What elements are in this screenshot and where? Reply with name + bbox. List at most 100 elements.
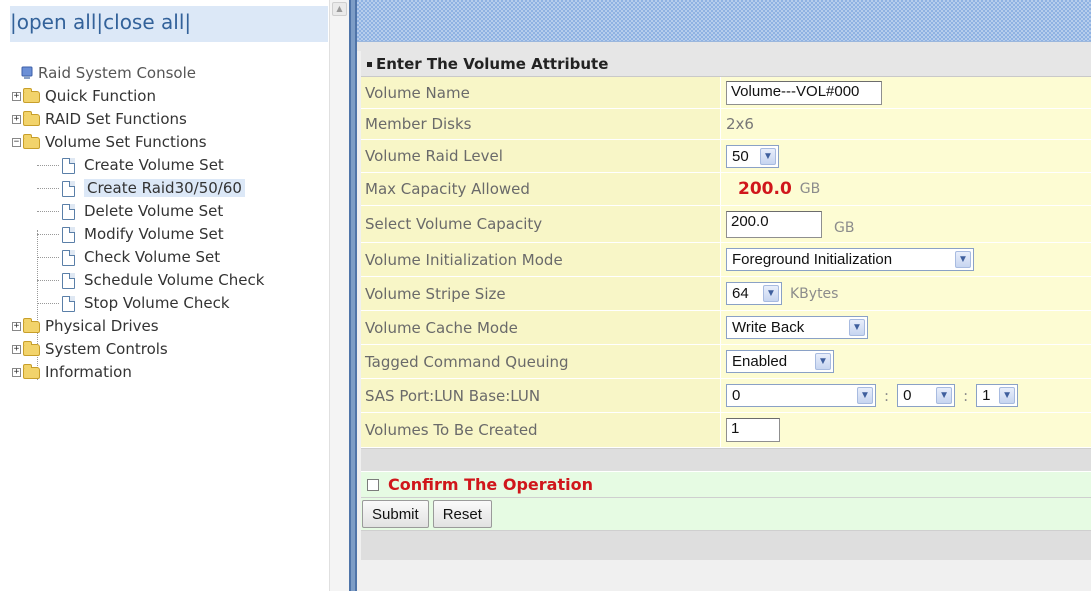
tree-item-system-controls[interactable]: + System Controls — [12, 338, 264, 361]
tree-item-physical-drives[interactable]: + Physical Drives — [12, 315, 264, 338]
unit-label: GB — [799, 181, 821, 197]
page-icon — [62, 157, 75, 174]
tree-item-check-volume-set[interactable]: Check Volume Set — [12, 246, 264, 269]
top-banner — [357, 0, 1091, 42]
submit-button[interactable]: Submit — [362, 500, 429, 528]
init-mode-select[interactable]: Foreground Initialization ▼ — [726, 248, 974, 271]
field-label: Member Disks — [361, 109, 721, 139]
tree-root[interactable]: Raid System Console — [12, 62, 264, 85]
tree-branch — [37, 280, 59, 281]
page-icon — [62, 203, 75, 220]
collapse-icon[interactable]: − — [12, 138, 21, 147]
select-value: Enabled — [732, 353, 788, 370]
volumes-count-input[interactable]: 1 — [726, 418, 780, 442]
unit-label: GB — [834, 220, 855, 236]
capacity-input[interactable]: 200.0 — [726, 210, 822, 238]
tree-item-stop-volume-check[interactable]: Stop Volume Check — [12, 292, 264, 315]
button-row: Submit Reset — [361, 498, 1091, 530]
row-select-capacity: Select Volume Capacity 200.0 GB — [361, 206, 1091, 243]
raid-level-select[interactable]: 50 ▼ — [726, 144, 779, 168]
confirm-checkbox[interactable] — [367, 478, 379, 491]
nav-scrollbar[interactable]: ▲ — [329, 0, 349, 591]
field-value-cell: 1 — [721, 413, 1091, 447]
stripe-size-select[interactable]: 64 ▼ — [726, 282, 782, 305]
folder-icon — [23, 317, 40, 333]
select-value: 50 — [732, 147, 749, 165]
tree-branch — [37, 257, 59, 258]
tree-item-raid-set-functions[interactable]: + RAID Set Functions — [12, 108, 264, 131]
volume-attribute-form: Enter The Volume Attribute Volume Name V… — [361, 51, 1091, 560]
row-tagged-command-queuing: Tagged Command Queuing Enabled ▼ — [361, 345, 1091, 379]
tree-branch — [37, 211, 59, 212]
cache-mode-select[interactable]: Write Back ▼ — [726, 316, 868, 339]
row-raid-level: Volume Raid Level 50 ▼ — [361, 140, 1091, 173]
field-value-cell: 200.0 GB — [721, 173, 1091, 205]
row-stripe-size: Volume Stripe Size 64 ▼ KBytes — [361, 277, 1091, 311]
tree-branch — [37, 234, 59, 235]
expand-icon[interactable]: + — [12, 115, 21, 124]
tree-item-label-selected: Create Raid30/50/60 — [84, 179, 245, 197]
console-icon — [21, 66, 33, 79]
tree-item-label: Physical Drives — [45, 317, 159, 335]
expand-icon[interactable]: + — [12, 92, 21, 101]
lun-select[interactable]: 1 ▼ — [976, 384, 1019, 407]
tree-item-modify-volume-set[interactable]: Modify Volume Set — [12, 223, 264, 246]
field-label: Volume Cache Mode — [361, 311, 721, 344]
tree-item-label: Delete Volume Set — [84, 202, 224, 220]
page-icon — [62, 295, 75, 312]
reset-button[interactable]: Reset — [432, 500, 492, 528]
tree-item-create-raid30-50-60[interactable]: Create Raid30/50/60 — [12, 177, 264, 200]
chevron-down-icon[interactable]: ▼ — [849, 319, 865, 336]
max-capacity-value: 200.0 — [738, 179, 792, 199]
chevron-down-icon[interactable]: ▼ — [857, 387, 873, 404]
folder-icon — [23, 340, 40, 356]
tree-item-label: Check Volume Set — [84, 248, 221, 266]
expand-icon[interactable]: + — [12, 345, 21, 354]
field-label: Volume Initialization Mode — [361, 243, 721, 276]
spacer-band — [361, 448, 1091, 472]
chevron-down-icon[interactable]: ▼ — [955, 251, 971, 268]
tcq-select[interactable]: Enabled ▼ — [726, 350, 834, 373]
chevron-down-icon[interactable]: ▼ — [763, 285, 779, 302]
expand-icon[interactable]: + — [12, 322, 21, 331]
tree-item-label: Create Volume Set — [84, 156, 224, 174]
chevron-down-icon[interactable]: ▼ — [760, 147, 776, 165]
close-all-link[interactable]: close all — [103, 10, 184, 34]
separator-right: | — [184, 10, 192, 34]
scroll-up-icon[interactable]: ▲ — [332, 2, 347, 16]
confirm-row: Confirm The Operation — [361, 472, 1091, 498]
field-label: Volume Raid Level — [361, 140, 721, 172]
confirm-label[interactable]: Confirm The Operation — [388, 475, 593, 494]
field-label: Volume Stripe Size — [361, 277, 721, 310]
select-value: Write Back — [732, 319, 805, 336]
unit-label: KBytes — [790, 285, 839, 302]
select-value: 64 — [732, 285, 749, 302]
tree-item-label: Quick Function — [45, 87, 156, 105]
separator-left: | — [10, 10, 17, 34]
chevron-down-icon[interactable]: ▼ — [815, 353, 831, 370]
tree-item-delete-volume-set[interactable]: Delete Volume Set — [12, 200, 264, 223]
field-value-cell: Enabled ▼ — [721, 345, 1091, 378]
chevron-down-icon[interactable]: ▼ — [936, 387, 953, 404]
tree-item-quick-function[interactable]: + Quick Function — [12, 85, 264, 108]
open-close-bar: |open all|close all| — [10, 6, 328, 42]
tree-item-label: Information — [45, 363, 132, 381]
field-value-cell: Write Back ▼ — [721, 311, 1091, 344]
tree-item-schedule-volume-check[interactable]: Schedule Volume Check — [12, 269, 264, 292]
select-value: 0 — [903, 387, 912, 404]
sas-port-select[interactable]: 0 ▼ — [726, 384, 876, 407]
field-label: SAS Port:LUN Base:LUN — [361, 379, 721, 412]
row-volumes-to-be-created: Volumes To Be Created 1 — [361, 413, 1091, 448]
field-label: Tagged Command Queuing — [361, 345, 721, 378]
tree-item-create-volume-set[interactable]: Create Volume Set — [12, 154, 264, 177]
tree-item-volume-set-functions[interactable]: − Volume Set Functions — [12, 131, 264, 154]
tree-branch — [37, 188, 59, 189]
open-all-link[interactable]: open all — [17, 10, 97, 34]
chevron-down-icon[interactable]: ▼ — [999, 387, 1016, 404]
tree-item-information[interactable]: + Information — [12, 361, 264, 384]
frame-splitter[interactable] — [349, 0, 357, 591]
lun-base-select[interactable]: 0 ▼ — [897, 384, 956, 407]
row-member-disks: Member Disks 2x6 — [361, 109, 1091, 140]
expand-icon[interactable]: + — [12, 368, 21, 377]
volume-name-input[interactable]: Volume---VOL#000 — [726, 80, 882, 105]
